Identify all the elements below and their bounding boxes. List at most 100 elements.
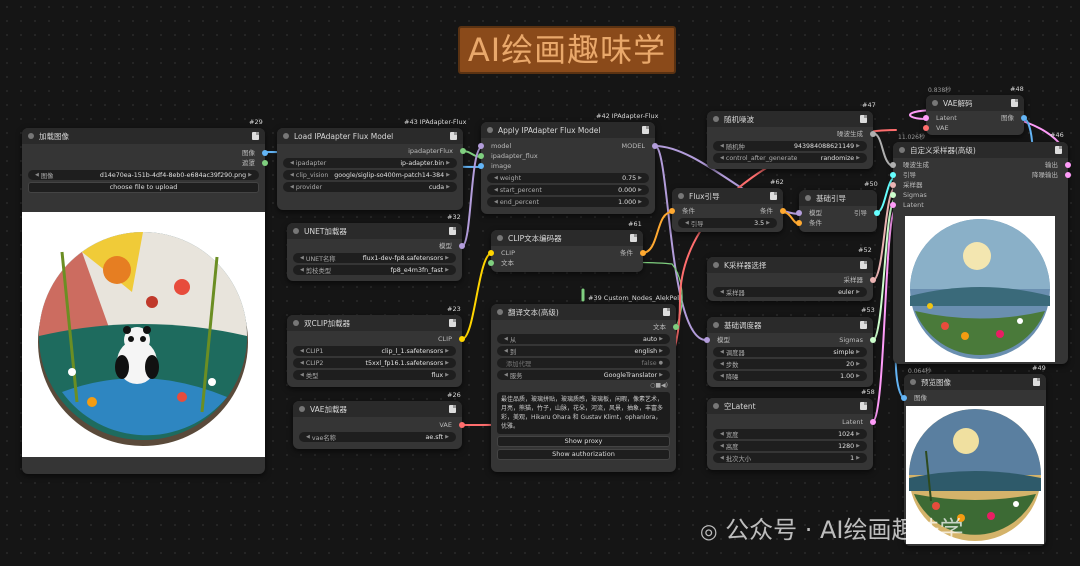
node-header[interactable]: VAE解码 — [926, 95, 1024, 111]
output-noise[interactable]: 噪波生成 — [707, 129, 876, 139]
output-image[interactable]: 图像 — [22, 148, 268, 158]
output-clip[interactable]: CLIP — [287, 334, 465, 344]
node-dot-icon[interactable] — [293, 320, 299, 326]
prompt-textarea[interactable]: 最佳品质，玻璃拼贴，玻璃质感，玻璃板，闲暇，像素艺术，月亮，熊猫，竹子，山脉，花… — [497, 392, 670, 434]
document-icon[interactable] — [1033, 378, 1040, 386]
denoise-input[interactable]: ◀ 降噪 1.00 ▶ — [713, 371, 867, 381]
node-canvas[interactable]: AI绘画趣味学 #29 加载图像 图像 遮罩 ◀ 图像 d14e70ea-151b-… — [0, 0, 1080, 566]
port-icon[interactable] — [890, 182, 896, 188]
input-text[interactable]: 文本 — [488, 258, 643, 268]
output-latent[interactable]: Latent — [707, 417, 876, 427]
node-dot-icon[interactable] — [678, 193, 684, 199]
input-image[interactable]: image — [478, 161, 655, 171]
input-latent[interactable]: Latent — [890, 200, 1068, 210]
document-icon[interactable] — [449, 405, 456, 413]
document-icon[interactable] — [630, 234, 637, 242]
port-icon[interactable] — [704, 337, 710, 343]
node-dot-icon[interactable] — [713, 322, 719, 328]
service-select[interactable]: ◀ 服务 GoogleTranslator ▶ — [497, 370, 670, 380]
height-input[interactable]: ◀ 高度 1280 ▶ — [713, 441, 867, 451]
port-icon[interactable] — [870, 337, 876, 343]
document-icon[interactable] — [860, 402, 867, 410]
node-dot-icon[interactable] — [805, 195, 811, 201]
port-icon[interactable] — [1065, 172, 1071, 178]
port-icon[interactable] — [890, 162, 896, 168]
document-icon[interactable] — [860, 261, 867, 269]
port-icon[interactable] — [478, 153, 484, 159]
clip-type-select[interactable]: ◀ 类型 flux ▶ — [293, 370, 456, 380]
port-icon[interactable] — [890, 202, 896, 208]
input-vae[interactable]: VAE — [923, 123, 1024, 133]
node-dot-icon[interactable] — [910, 379, 916, 385]
output-ipadapter[interactable]: ipadapterFlux — [277, 146, 466, 156]
load-ipadapter-node[interactable]: Load IPAdapter Flux Model ipadapterFlux … — [277, 128, 466, 210]
show-authorization-button[interactable]: Show authorization — [497, 449, 670, 460]
guidance-slider[interactable]: ◀ 引导 3.5 ▶ — [678, 218, 777, 228]
document-icon[interactable] — [1055, 146, 1062, 154]
node-dot-icon[interactable] — [293, 228, 299, 234]
flux-guidance-node[interactable]: Flux引导 条件 条件 ◀ 引导 3.5 ▶ — [669, 188, 786, 232]
node-header[interactable]: 基础引导 — [799, 190, 877, 206]
node-dot-icon[interactable] — [713, 403, 719, 409]
document-icon[interactable] — [252, 132, 259, 140]
port-icon[interactable] — [459, 243, 465, 249]
node-header[interactable]: 双CLIP加载器 — [287, 315, 462, 331]
vae-name-select[interactable]: ◀ vae名称 ae.sft ▶ — [299, 432, 456, 442]
translate-text-node[interactable]: 翻译文本(高级) 文本 ◀ 从 auto ▶ ◀ 到 english ▶ 添加代理 false… — [491, 304, 679, 472]
node-header[interactable]: 随机噪波 — [707, 111, 873, 127]
input-clip[interactable]: CLIP 条件 — [488, 248, 646, 258]
output-sampler[interactable]: 采样器 — [707, 275, 876, 285]
port-icon[interactable] — [488, 260, 494, 266]
node-header[interactable]: 空Latent — [707, 398, 873, 414]
node-dot-icon[interactable] — [932, 100, 938, 106]
input-conditioning[interactable]: 条件 条件 — [669, 206, 786, 216]
output-text[interactable]: 文本 — [491, 322, 679, 332]
node-header[interactable]: UNET加载器 — [287, 223, 462, 239]
seed-input[interactable]: ◀ 随机种 943984088621149 ▶ — [713, 141, 867, 151]
show-proxy-button[interactable]: Show proxy — [497, 436, 670, 447]
port-icon[interactable] — [796, 220, 802, 226]
port-icon[interactable] — [669, 208, 675, 214]
unet-name-select[interactable]: ◀ UNET名称 flux1-dev-fp8.safetensors ▶ — [293, 253, 456, 263]
apply-ipadapter-node[interactable]: Apply IPAdapter Flux Model model MODEL ip… — [478, 122, 658, 214]
load-image-node[interactable]: 加载图像 图像 遮罩 ◀ 图像 d14e70ea-151b-4df4-8eb0-e6… — [22, 128, 268, 474]
node-header[interactable]: 预览图像 — [904, 374, 1046, 390]
vae-loader-node[interactable]: VAE加载器 VAE ◀ vae名称 ae.sft ▶ — [293, 401, 465, 449]
node-dot-icon[interactable] — [899, 147, 905, 153]
port-icon[interactable] — [1021, 115, 1027, 121]
port-icon[interactable] — [796, 210, 802, 216]
port-icon[interactable] — [870, 419, 876, 425]
input-model[interactable]: 模型 Sigmas — [704, 335, 876, 345]
input-guider[interactable]: 引导 降噪输出 — [890, 170, 1071, 180]
clip-text-encode-node[interactable]: CLIP文本编码器 CLIP 条件 文本 — [488, 230, 646, 272]
input-latent[interactable]: Latent 图像 — [923, 113, 1027, 123]
empty-latent-node[interactable]: 空Latent Latent ◀ 宽度 1024 ▶ ◀ 高度 1280 ▶ ◀ 批次大小 1 ▶ — [707, 398, 876, 470]
port-icon[interactable] — [780, 208, 786, 214]
upload-button[interactable]: choose file to upload — [28, 182, 259, 193]
node-header[interactable]: 自定义采样器(高级) — [893, 142, 1068, 158]
end-percent-slider[interactable]: ◀ end_percent 1.000 ▶ — [487, 197, 649, 207]
node-dot-icon[interactable] — [283, 133, 289, 139]
port-icon[interactable] — [262, 160, 268, 166]
document-icon[interactable] — [449, 227, 456, 235]
input-model[interactable]: 模型 引导 — [796, 208, 880, 218]
port-icon[interactable] — [640, 250, 646, 256]
clip-vision-select[interactable]: ◀ clip_vision google/siglip-so400m-patch14… — [283, 170, 457, 180]
port-icon[interactable] — [652, 143, 658, 149]
control-after-generate-select[interactable]: ◀ control_after_generate randomize ▶ — [713, 153, 867, 163]
port-icon[interactable] — [460, 148, 466, 154]
node-header[interactable]: Load IPAdapter Flux Model — [277, 128, 463, 144]
port-icon[interactable] — [874, 210, 880, 216]
input-conditioning[interactable]: 条件 — [796, 218, 877, 228]
weight-dtype-select[interactable]: ◀ 剪枝类型 fp8_e4m3fn_fast ▶ — [293, 265, 456, 275]
port-icon[interactable] — [923, 115, 929, 121]
output-mask[interactable]: 遮罩 — [22, 158, 268, 168]
document-icon[interactable] — [663, 308, 670, 316]
width-input[interactable]: ◀ 宽度 1024 ▶ — [713, 429, 867, 439]
document-icon[interactable] — [1011, 99, 1018, 107]
document-icon[interactable] — [860, 115, 867, 123]
ipadapter-select[interactable]: ◀ ipadapter ip-adapter.bin ▶ — [283, 158, 457, 168]
start-percent-slider[interactable]: ◀ start_percent 0.000 ▶ — [487, 185, 649, 195]
port-icon[interactable] — [488, 250, 494, 256]
node-header[interactable]: 基础调度器 — [707, 317, 873, 333]
